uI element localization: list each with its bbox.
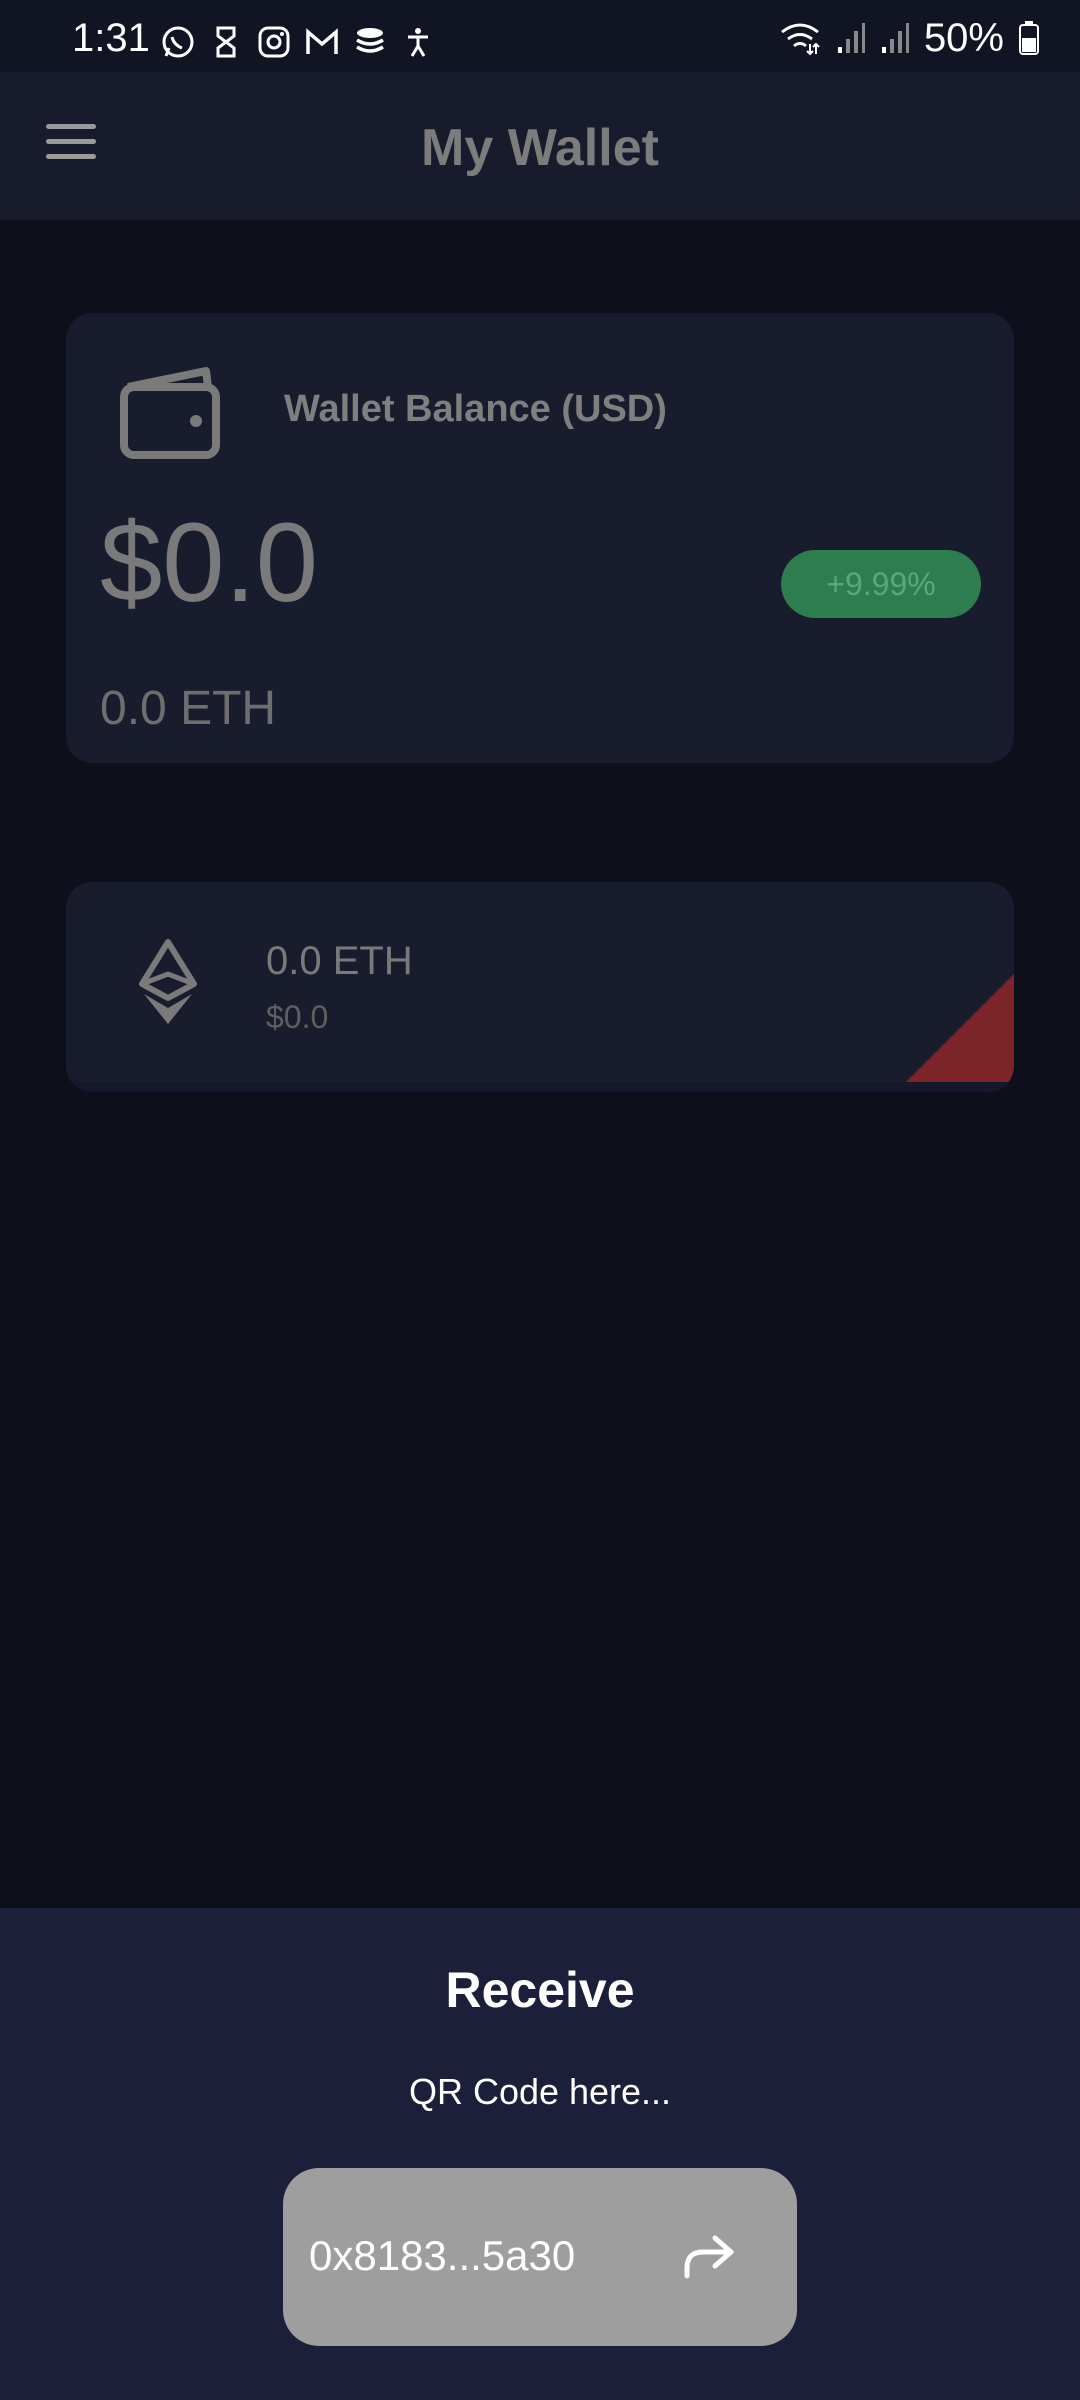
main-content: Wallet Balance (USD) $0.0 +9.99% 0.0 ETH…: [0, 220, 1080, 1908]
signal-icon: [881, 23, 909, 53]
app-bar: My Wallet: [0, 72, 1080, 220]
balance-usd-value: $0.0: [100, 500, 318, 625]
balance-card: Wallet Balance (USD) $0.0 +9.99% 0.0 ETH: [66, 313, 1014, 763]
whatsapp-icon: [162, 26, 194, 58]
qr-placeholder: QR Code here...: [408, 2071, 672, 2112]
wifi-icon: [781, 23, 820, 56]
corner-indicator: [896, 974, 1014, 1092]
change-badge: +9.99%: [781, 550, 981, 618]
page-title: My Wallet: [421, 119, 659, 177]
ethereum-icon: [139, 939, 197, 1024]
asset-amount: 0.0 ETH: [266, 939, 413, 983]
receive-sheet: Receive QR Code here... 0x8183...5a30: [0, 1908, 1080, 2400]
wallet-address: 0x8183...5a30: [309, 2232, 576, 2279]
balance-eth-value: 0.0 ETH: [100, 682, 277, 735]
copy-address-button[interactable]: 0x8183...5a30: [283, 2168, 797, 2346]
notification-icons: [160, 24, 436, 60]
signal-icon: [837, 23, 865, 53]
app-icon: [216, 26, 236, 58]
status-time: 1:31: [72, 16, 150, 60]
system-status: 50%: [778, 18, 1040, 58]
share-icon[interactable]: [679, 2228, 739, 2284]
status-bar: 1:31 50%: [0, 0, 1080, 72]
accessibility-icon: [408, 28, 428, 57]
battery-icon: [1019, 21, 1039, 55]
battery-percent: 50%: [923, 16, 1004, 60]
balance-label: Wallet Balance (USD): [284, 388, 667, 430]
gmail-icon: [306, 28, 338, 54]
wallet-icon: [120, 367, 220, 459]
asset-card-eth[interactable]: 0.0 ETH $0.0: [66, 882, 1014, 1092]
stack-icon: [356, 28, 384, 53]
asset-usd-value: $0.0: [266, 999, 329, 1035]
instagram-icon: [258, 26, 290, 58]
sheet-title: Receive: [445, 1962, 635, 2018]
